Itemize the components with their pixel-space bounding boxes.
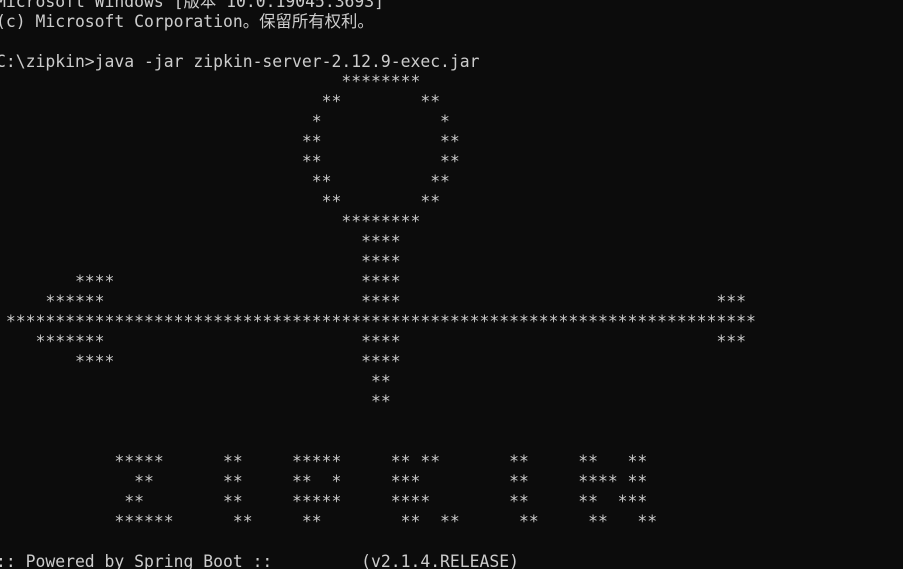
- ascii-art-line: **: [0, 392, 391, 411]
- console-line-blank: [0, 412, 903, 432]
- ascii-art-line: ********: [0, 72, 421, 91]
- zipkin-banner-line: ***** ** ***** ** ** ** ** **: [0, 452, 648, 471]
- ascii-art-line: ** **: [0, 92, 441, 111]
- console-line-blank: [0, 432, 903, 452]
- ascii-art-line: ****** **** ***: [0, 292, 746, 311]
- ascii-art-line: ********: [0, 212, 421, 231]
- console-window[interactable]: Microsoft Windows [版本 10.0.19045.3693] (…: [0, 0, 903, 569]
- console-line-copyright: (c) Microsoft Corporation。保留所有权利。: [0, 12, 374, 31]
- zipkin-banner-line: ** ** ***** **** ** ** ***: [0, 492, 648, 511]
- ascii-art-line: ** **: [0, 132, 460, 151]
- ascii-art-line: ****************************************…: [0, 312, 756, 331]
- ascii-art-line: **: [0, 372, 391, 391]
- ascii-art-line: * *: [0, 112, 450, 131]
- console-line-blank: [0, 32, 903, 52]
- zipkin-banner-line: ** ** ** * *** ** **** **: [0, 472, 648, 491]
- ascii-art-line: ****: [0, 252, 401, 271]
- ascii-art-line: ** **: [0, 192, 441, 211]
- ascii-art-line: ****: [0, 232, 401, 251]
- ascii-art-line: ******* **** ***: [0, 332, 746, 351]
- console-line-windows-version: Microsoft Windows [版本 10.0.19045.3693]: [0, 0, 385, 11]
- ascii-art-line: ** **: [0, 152, 460, 171]
- zipkin-banner-line: ****** ** ** ** ** ** ** **: [0, 512, 658, 531]
- spring-boot-banner: :: Powered by Spring Boot :: (v2.1.4.REL…: [0, 552, 520, 569]
- ascii-art-line: **** ****: [0, 272, 401, 291]
- ascii-art-line: **** ****: [0, 352, 401, 371]
- console-line-command: C:\zipkin>java -jar zipkin-server-2.12.9…: [0, 52, 480, 71]
- ascii-art-line: ** **: [0, 172, 450, 191]
- console-line-blank: [0, 532, 903, 552]
